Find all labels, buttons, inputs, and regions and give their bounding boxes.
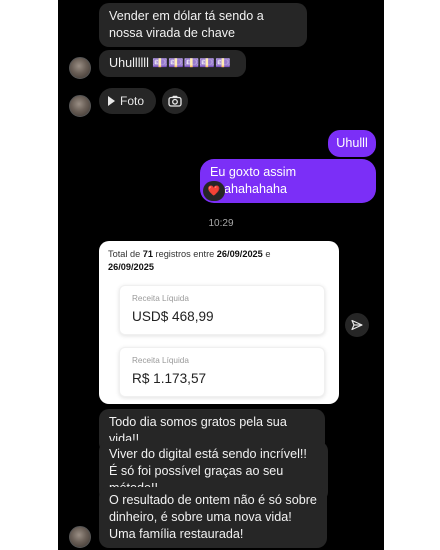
avatar[interactable] — [69, 57, 91, 79]
report-summary: Total de 71 registros entre 26/09/2025 e… — [108, 248, 330, 274]
share-button[interactable] — [345, 313, 369, 337]
metric-label: Receita Líquida — [132, 294, 189, 303]
metric-card-usd: Receita Líquida USD$ 468,99 — [119, 285, 325, 335]
message-text: Uhulll — [336, 136, 368, 150]
timestamp: 10:29 — [208, 218, 234, 229]
message-outgoing[interactable]: Eu goxto assim hhahahahaha — [200, 159, 376, 203]
avatar[interactable] — [69, 95, 91, 117]
reaction-badge[interactable]: ❤️ — [203, 181, 225, 201]
message-incoming[interactable]: Uhullllll 💷💷💷💷💷 — [99, 50, 246, 77]
share-icon — [351, 319, 363, 331]
metric-label: Receita Líquida — [132, 356, 189, 365]
avatar[interactable] — [69, 526, 91, 548]
summary-text: Total de — [108, 249, 143, 259]
camera-icon — [168, 95, 182, 107]
date-start: 26/09/2025 — [216, 249, 263, 259]
heart-reaction-icon: ❤️ — [207, 185, 221, 197]
summary-text: e — [262, 249, 271, 259]
message-text: Uhullllll 💷💷💷💷💷 — [109, 56, 231, 70]
message-text: Vender em dólar tá sendo a nossa virada … — [109, 9, 264, 40]
photo-label: Foto — [120, 94, 145, 108]
chat-screen: Vender em dólar tá sendo a nossa virada … — [58, 0, 384, 550]
metric-value: USD$ 468,99 — [132, 309, 214, 324]
record-count: 71 — [142, 249, 153, 259]
metric-card-brl: Receita Líquida R$ 1.173,57 — [119, 347, 325, 397]
date-end: 26/09/2025 — [108, 262, 154, 272]
metric-value: R$ 1.173,57 — [132, 371, 207, 386]
shared-report-card[interactable]: Total de 71 registros entre 26/09/2025 e… — [99, 241, 339, 404]
message-outgoing[interactable]: Uhulll — [328, 130, 376, 157]
camera-button[interactable] — [162, 88, 188, 114]
summary-text: registros entre — [152, 249, 217, 259]
message-text: O resultado de ontem não é só sobre dinh… — [109, 493, 317, 541]
message-incoming[interactable]: O resultado de ontem não é só sobre dinh… — [99, 487, 327, 548]
play-icon — [108, 96, 115, 106]
photo-message-button[interactable]: Foto — [99, 88, 156, 114]
message-incoming[interactable]: Vender em dólar tá sendo a nossa virada … — [99, 3, 307, 47]
